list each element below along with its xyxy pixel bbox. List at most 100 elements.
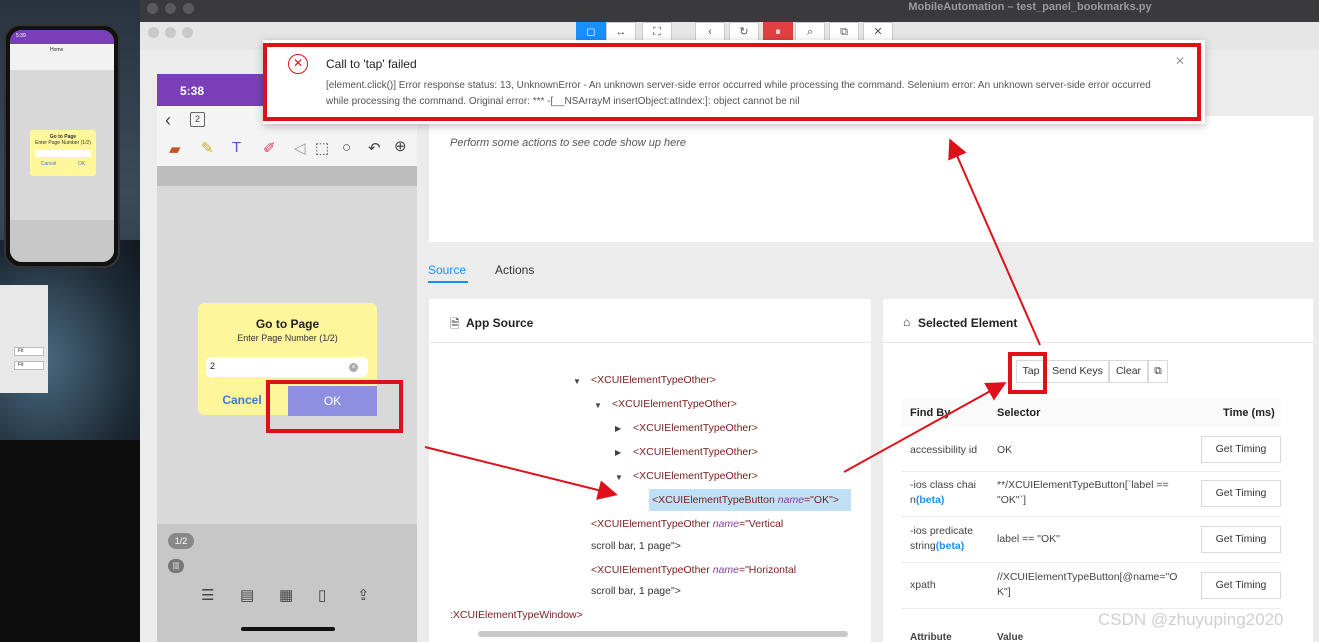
tree-node[interactable]: <XCUIElementTypeOther> <box>633 470 758 482</box>
back-icon[interactable]: ‹ <box>695 22 725 42</box>
device-time: 5:38 <box>180 84 205 98</box>
pen-icon: ✐ <box>263 140 276 157</box>
thumbnails-icon: ▦ <box>279 587 294 604</box>
expand-caret-icon[interactable]: ▼ <box>573 377 581 386</box>
simulator-screen: 5:39 Home Go to Page Enter Page Number (… <box>10 30 114 262</box>
expand-caret-icon[interactable]: ▼ <box>594 401 602 410</box>
recorder-panel <box>429 116 1313 242</box>
get-timing-button[interactable]: Get Timing <box>1201 572 1281 599</box>
eraser-icon: ◁ <box>294 140 306 157</box>
tree-node[interactable]: <XCUIElementTypeOther name="Vertical <box>591 518 783 530</box>
select-elements-icon[interactable]: ◻ <box>576 22 606 42</box>
text-tool-icon: T <box>232 139 242 156</box>
clear-input-icon[interactable]: × <box>349 363 358 372</box>
row-divider <box>901 562 1281 563</box>
beta-label: (beta) <box>915 494 945 506</box>
simulator-preview[interactable]: 5:39 Home Go to Page Enter Page Number (… <box>4 24 120 268</box>
find-by-text: -ios class chai <box>910 479 976 491</box>
highlighter-icon: ✎ <box>201 140 214 157</box>
simulator-cancel: Cancel <box>40 161 57 167</box>
selector-header: Selector <box>997 407 1041 419</box>
bookmark-icon: ▯ <box>318 587 327 604</box>
expand-caret-icon[interactable]: ▼ <box>615 473 623 482</box>
row-divider <box>901 608 1281 609</box>
app-source-title: App Source <box>466 316 534 330</box>
simulator-status-bar: 5:39 <box>10 30 114 44</box>
find-by-xpath: xpath <box>910 579 936 591</box>
swipe-icon[interactable]: ↔ <box>606 22 636 42</box>
clear-button[interactable]: Clear <box>1109 360 1148 383</box>
tree-node[interactable]: <XCUIElementTypeOther> <box>633 446 758 458</box>
attribute-header: Attribute <box>910 632 952 642</box>
selector-value[interactable]: OK <box>997 443 1012 458</box>
tree-node[interactable]: <XCUIElementTypeOther name="Horizontal <box>591 564 796 576</box>
collapse-caret-icon[interactable]: ▶ <box>615 448 621 457</box>
mac-inspector-fragment: Fit Fit <box>0 285 48 393</box>
dialog-cancel-button[interactable]: Cancel <box>210 393 274 407</box>
page-count-field: 2 <box>190 112 205 127</box>
inner-zoom-icon[interactable] <box>182 27 193 38</box>
find-by-ios-class-chain: -ios class chai n(beta) <box>910 478 976 508</box>
watermark: CSDN @zhuyuping2020 <box>1098 610 1284 629</box>
simulator-toolbar: Home <box>10 44 114 70</box>
tree-node-selected[interactable]: <XCUIElementTypeButton name="OK"> <box>652 494 839 506</box>
get-timing-button[interactable]: Get Timing <box>1201 436 1281 463</box>
page-number-input[interactable]: 2 <box>206 357 368 377</box>
selected-element-title: Selected Element <box>918 316 1018 330</box>
refresh-icon[interactable]: ↻ <box>729 22 759 42</box>
tab-source[interactable]: Source <box>428 263 466 277</box>
copy-xml-icon[interactable]: ⧉ <box>829 22 859 42</box>
quit-session-icon[interactable]: ✕ <box>863 22 893 42</box>
tree-node[interactable]: <XCUIElementTypeOther> <box>591 374 716 386</box>
node-attr: name <box>777 494 805 506</box>
node-tag: <XCUIElementTypeOther <box>591 564 713 576</box>
tree-node-continued: scroll bar, 1 page"> <box>591 540 681 552</box>
source-horizontal-scrollbar[interactable] <box>478 631 848 637</box>
find-by-text: -ios predicate <box>910 525 974 537</box>
scroll-indicator-badge: ||| <box>168 559 184 573</box>
node-val: ="Vertical <box>738 518 784 530</box>
fit-field-1[interactable]: Fit <box>14 347 44 356</box>
row-divider <box>901 516 1281 517</box>
send-keys-button[interactable]: Send Keys <box>1046 360 1109 383</box>
node-attr: name <box>712 564 739 576</box>
tree-node-continued: scroll bar, 1 page"> <box>591 585 681 597</box>
tree-node[interactable]: :XCUIElementTypeWindow> <box>450 609 583 621</box>
zoom-window-icon[interactable] <box>183 3 194 14</box>
collapse-caret-icon[interactable]: ▶ <box>615 424 621 433</box>
file-icon: 🗎 <box>450 317 460 331</box>
desktop-dark-area <box>0 440 140 642</box>
tree-node[interactable]: <XCUIElementTypeOther> <box>612 398 737 410</box>
inner-close-icon[interactable] <box>148 27 159 38</box>
shape-icon: ○ <box>342 139 352 156</box>
find-by-header: Find By <box>910 407 951 419</box>
simulator-ok: OK <box>77 161 86 167</box>
search-icon[interactable]: ⌕ <box>795 22 825 42</box>
copy-attributes-icon[interactable]: ⧉ <box>1148 360 1168 383</box>
selector-value[interactable]: label == "OK" <box>997 532 1060 547</box>
minimize-window-icon[interactable] <box>165 3 176 14</box>
tap-coordinates-icon[interactable]: ⛶ <box>642 22 672 42</box>
annotation-box-error <box>263 43 1201 121</box>
annotation-box-tap <box>1008 352 1047 394</box>
get-timing-button[interactable]: Get Timing <box>1201 480 1281 507</box>
find-by-ios-predicate: -ios predicate string(beta) <box>910 524 973 554</box>
annotation-box-ok <box>266 380 403 433</box>
record-icon[interactable]: ⏸ <box>763 22 793 42</box>
selector-value[interactable]: **/XCUIElementTypeButton[`label == "OK"`] <box>997 478 1169 508</box>
close-window-icon[interactable] <box>147 3 158 14</box>
recorder-placeholder: Perform some actions to see code show up… <box>450 137 687 149</box>
active-tab-underline <box>428 281 468 283</box>
node-val: ="OK"> <box>804 494 839 506</box>
selector-text: //XCUIElementTypeButton[@name="O <box>997 571 1178 583</box>
inner-minimize-icon[interactable] <box>165 27 176 38</box>
node-attr: name <box>712 518 739 530</box>
fit-field-2[interactable]: Fit <box>14 361 44 370</box>
selector-text: K"] <box>997 586 1011 598</box>
selector-value[interactable]: //XCUIElementTypeButton[@name="O K"] <box>997 570 1177 600</box>
home-indicator <box>241 627 335 631</box>
tab-actions[interactable]: Actions <box>495 263 534 277</box>
get-timing-button[interactable]: Get Timing <box>1201 526 1281 553</box>
tree-node[interactable]: <XCUIElementTypeOther> <box>633 422 758 434</box>
selector-text: "OK"`] <box>997 494 1027 506</box>
